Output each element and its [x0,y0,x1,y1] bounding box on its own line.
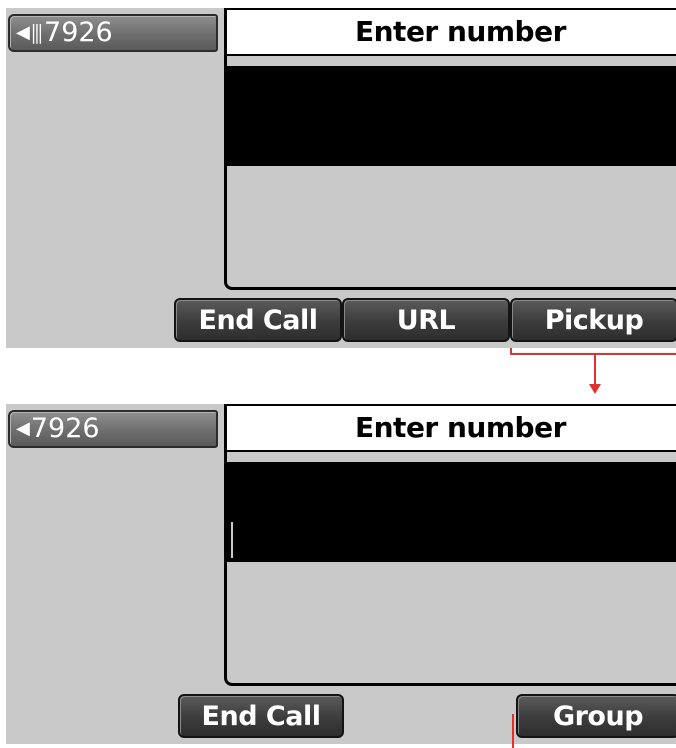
dial-panel: Enter number [224,404,676,686]
phone-screen-before: ◀ ||| 7926 Enter number End Call URL Pic… [6,8,676,348]
phone-screen-after: ◀ 7926 Enter number End Call Group [6,404,676,744]
url-softkey[interactable]: URL [342,298,510,342]
dial-panel: Enter number [224,8,676,290]
end-call-softkey[interactable]: End Call [178,694,344,738]
connector-line [594,354,596,384]
text-cursor [231,522,233,558]
number-entry-field[interactable] [227,66,676,166]
left-arrow-icon: ◀ [16,418,30,439]
connector-line [512,714,514,748]
line-button[interactable]: ◀ 7926 [8,410,218,448]
line-number: 7926 [30,413,100,444]
number-entry-field[interactable] [227,462,676,562]
panel-title: Enter number [227,8,676,56]
panel-title: Enter number [227,404,676,452]
group-softkey[interactable]: Group [516,694,676,738]
left-arrow-icon: ◀ [16,22,30,43]
end-call-softkey[interactable]: End Call [174,298,342,342]
signal-bars-icon: ||| [30,21,43,44]
pickup-softkey[interactable]: Pickup [510,298,676,342]
line-button[interactable]: ◀ ||| 7926 [8,14,218,52]
down-arrow-icon [589,384,601,394]
connector-line [510,353,676,355]
line-number: 7926 [44,17,113,48]
